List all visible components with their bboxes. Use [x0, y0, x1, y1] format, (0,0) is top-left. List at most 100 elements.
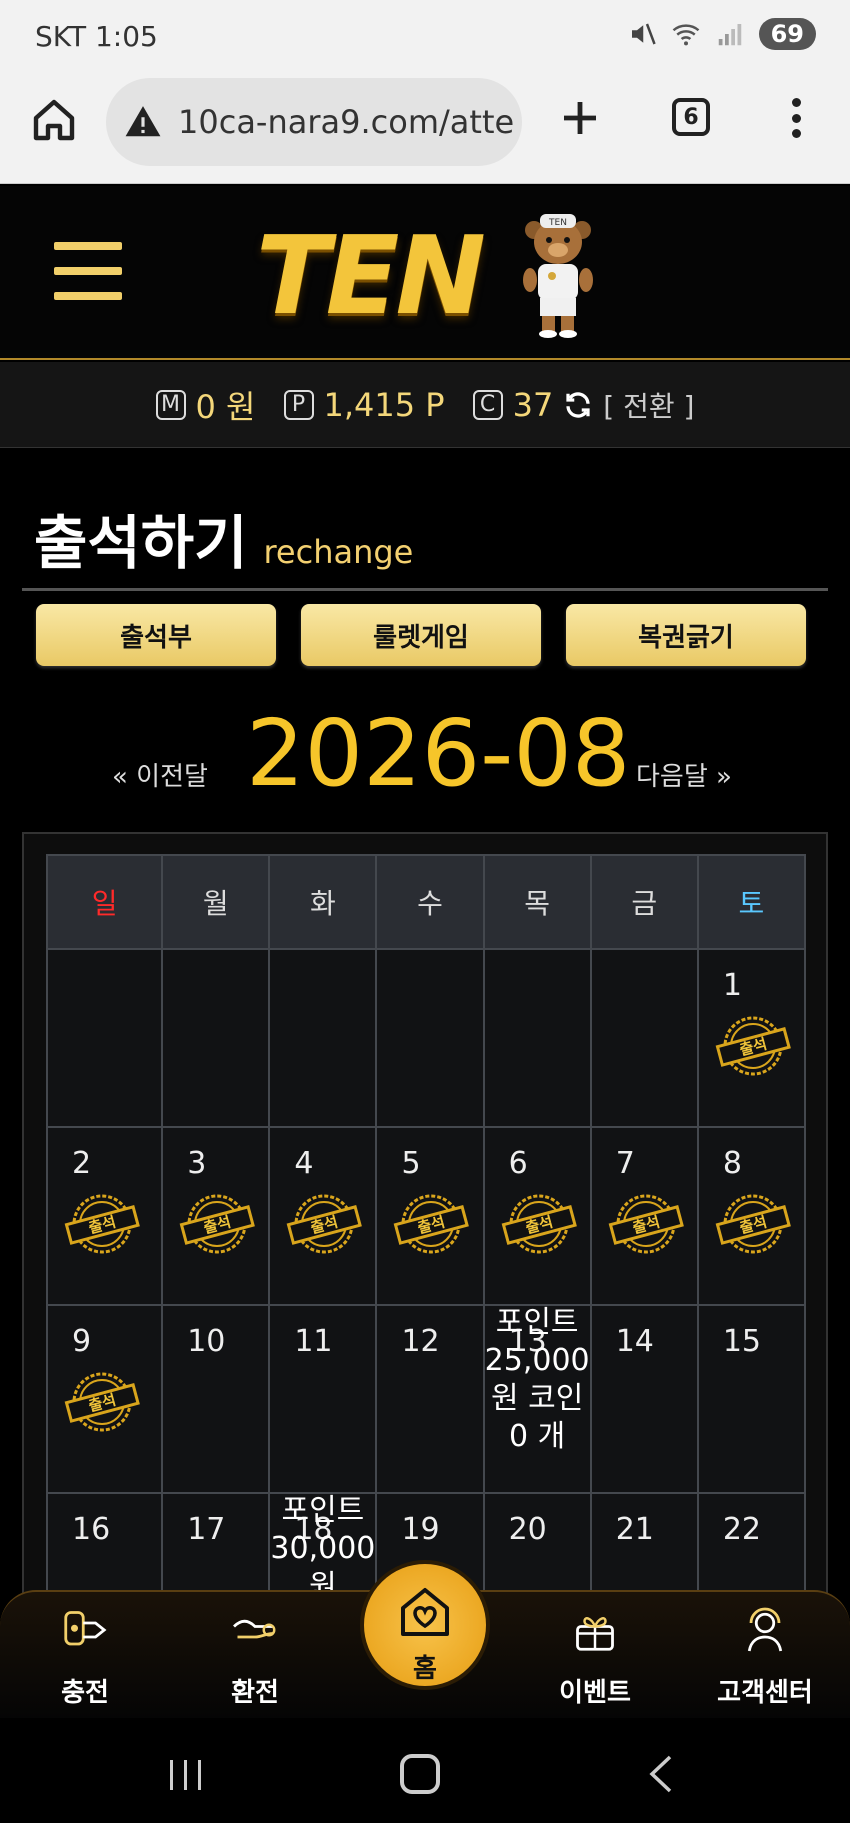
calendar-day-cell[interactable]: 13 포인트 25,000 원 코인0 개: [482, 1304, 592, 1494]
browser-menu-icon[interactable]: [780, 94, 812, 142]
status-icons: 69: [627, 18, 816, 50]
calendar-day-cell[interactable]: 14: [589, 1304, 699, 1494]
stamp-text: 출석: [630, 1213, 661, 1238]
headset-icon: [747, 1607, 783, 1652]
android-navigation-bar: [0, 1718, 850, 1823]
stamp-text: 출석: [523, 1213, 554, 1238]
nav-support[interactable]: 고객센터: [690, 1592, 840, 1720]
coin-balance: 37: [512, 385, 554, 424]
point-balance: 1,415 P: [323, 385, 445, 424]
calendar-day-cell[interactable]: 7 출석: [589, 1126, 699, 1306]
money-icon: M: [155, 389, 186, 420]
svg-text:TEN: TEN: [548, 218, 567, 228]
tab-lottery[interactable]: 복권긁기: [566, 604, 806, 666]
attendance-stamp-icon: 출석: [501, 1194, 577, 1254]
day-number: 17: [187, 1512, 226, 1547]
calendar-day-cell[interactable]: 10: [161, 1304, 271, 1494]
day-number: 4: [294, 1146, 314, 1181]
attendance-stamp-icon: 출석: [64, 1372, 140, 1432]
calendar-day-cell[interactable]: 4 출석: [268, 1126, 378, 1306]
status-bar: SKT 1:05 69: [0, 0, 850, 72]
day-number: 8: [722, 1146, 742, 1181]
back-icon[interactable]: [646, 1754, 676, 1794]
page-title-sub: rechange: [263, 533, 414, 571]
android-home-icon[interactable]: [400, 1754, 440, 1794]
tab-attendance[interactable]: 출석부: [36, 604, 276, 666]
browser-home-icon[interactable]: [30, 96, 78, 144]
day-number: 20: [508, 1512, 547, 1547]
url-text[interactable]: 10ca-nara9.com/atte: [178, 103, 514, 141]
weekday-thu: 목: [482, 854, 592, 950]
site-logo[interactable]: TEN TEN: [256, 208, 596, 339]
bottom-navigation: 충전 환전 홈 이벤트 고객센터: [0, 1560, 850, 1720]
day-number: 10: [187, 1324, 226, 1359]
current-month: 2026-08: [246, 700, 631, 807]
nav-event[interactable]: 이벤트: [520, 1592, 670, 1720]
stamp-text: 출석: [416, 1213, 447, 1238]
tab-roulette[interactable]: 룰렛게임: [301, 604, 541, 666]
gift-icon: [576, 1617, 614, 1651]
calendar-day-cell[interactable]: 3 출석: [161, 1126, 271, 1306]
exchange-icon: [233, 1619, 276, 1639]
calendar-week-row: 9 출석 10 11 12 13 포인트 25,000 원 코인0 개 14 15: [45, 1304, 807, 1494]
nav-charge[interactable]: 충전: [10, 1592, 160, 1720]
calendar-day-cell[interactable]: 11: [268, 1304, 378, 1494]
stamp-text: 출석: [737, 1213, 768, 1238]
calendar-day-cell[interactable]: 5 출석: [375, 1126, 485, 1306]
day-number: 14: [615, 1324, 654, 1359]
refresh-icon[interactable]: [563, 390, 593, 420]
nav-home[interactable]: 홈: [360, 1560, 490, 1690]
nav-exchange-label: 환전: [231, 1678, 279, 1708]
attendance-tabs: 출석부 룰렛게임 복권긁기: [36, 604, 806, 666]
reward-note: 포인트 25,000 원 코인0 개: [484, 1305, 590, 1454]
day-number: 5: [401, 1146, 421, 1181]
stamp-text: 출석: [309, 1213, 340, 1238]
calendar-day-cell[interactable]: 1 출석: [696, 948, 807, 1128]
stamp-text: 출석: [737, 1035, 768, 1060]
wifi-icon: [672, 24, 699, 46]
balance-bar: M 0 원 P 1,415 P C 37 [ 전환 ]: [0, 362, 850, 448]
calendar-week-row: 1 출석: [45, 948, 807, 1128]
calendar-day-cell[interactable]: 12: [375, 1304, 485, 1494]
stamp-text: 출석: [87, 1391, 118, 1416]
signal-icon: [718, 24, 741, 46]
weekday-wed: 수: [375, 854, 485, 950]
new-tab-icon[interactable]: [556, 94, 604, 142]
recents-icon[interactable]: [166, 1758, 206, 1792]
hamburger-menu-icon[interactable]: [54, 242, 122, 300]
calendar-empty-cell: [482, 948, 592, 1128]
calendar-day-cell[interactable]: 6 출석: [482, 1126, 592, 1306]
day-number: 19: [401, 1512, 440, 1547]
calendar-day-cell[interactable]: 2 출석: [45, 1126, 164, 1306]
prev-month-link[interactable]: « 이전달: [112, 756, 208, 793]
switch-button[interactable]: [ 전환 ]: [603, 385, 694, 425]
next-month-link[interactable]: 다음달 »: [636, 756, 732, 793]
attendance-stamp-icon: 출석: [715, 1194, 791, 1254]
day-number: 11: [294, 1324, 333, 1359]
attendance-stamp-icon: 출석: [64, 1194, 140, 1254]
calendar-day-cell[interactable]: 9 출석: [45, 1304, 164, 1494]
calendar-empty-cell: [375, 948, 485, 1128]
calendar-day-cell[interactable]: 8 출석: [696, 1126, 807, 1306]
calendar-empty-cell: [45, 948, 164, 1128]
day-number: 2: [72, 1146, 92, 1181]
calendar-empty-cell: [268, 948, 378, 1128]
stamp-text: 출석: [87, 1213, 118, 1238]
day-number: 12: [401, 1324, 440, 1359]
weekday-header-row: 일 월 화 수 목 금 토: [45, 854, 807, 950]
day-number: 16: [72, 1512, 111, 1547]
nav-exchange[interactable]: 환전: [180, 1592, 330, 1720]
address-bar[interactable]: 10ca-nara9.com/atte: [106, 78, 522, 166]
attendance-stamp-icon: 출석: [179, 1194, 256, 1254]
day-number: 21: [615, 1512, 654, 1547]
warning-icon[interactable]: [124, 103, 162, 141]
calendar-day-cell[interactable]: 15: [696, 1304, 807, 1494]
calendar-week-row: 2 출석 3 출석 4 출석 5 출석 6 출석 7 출석 8 출석: [45, 1126, 807, 1306]
calendar-empty-cell: [161, 948, 271, 1128]
mute-icon: [631, 23, 656, 45]
nav-event-label: 이벤트: [559, 1678, 631, 1708]
day-number: 7: [615, 1146, 635, 1181]
tab-switcher-button[interactable]: 6: [672, 98, 710, 136]
weekday-sat: 토: [696, 854, 807, 950]
page-title-main: 출석하기: [34, 509, 248, 577]
